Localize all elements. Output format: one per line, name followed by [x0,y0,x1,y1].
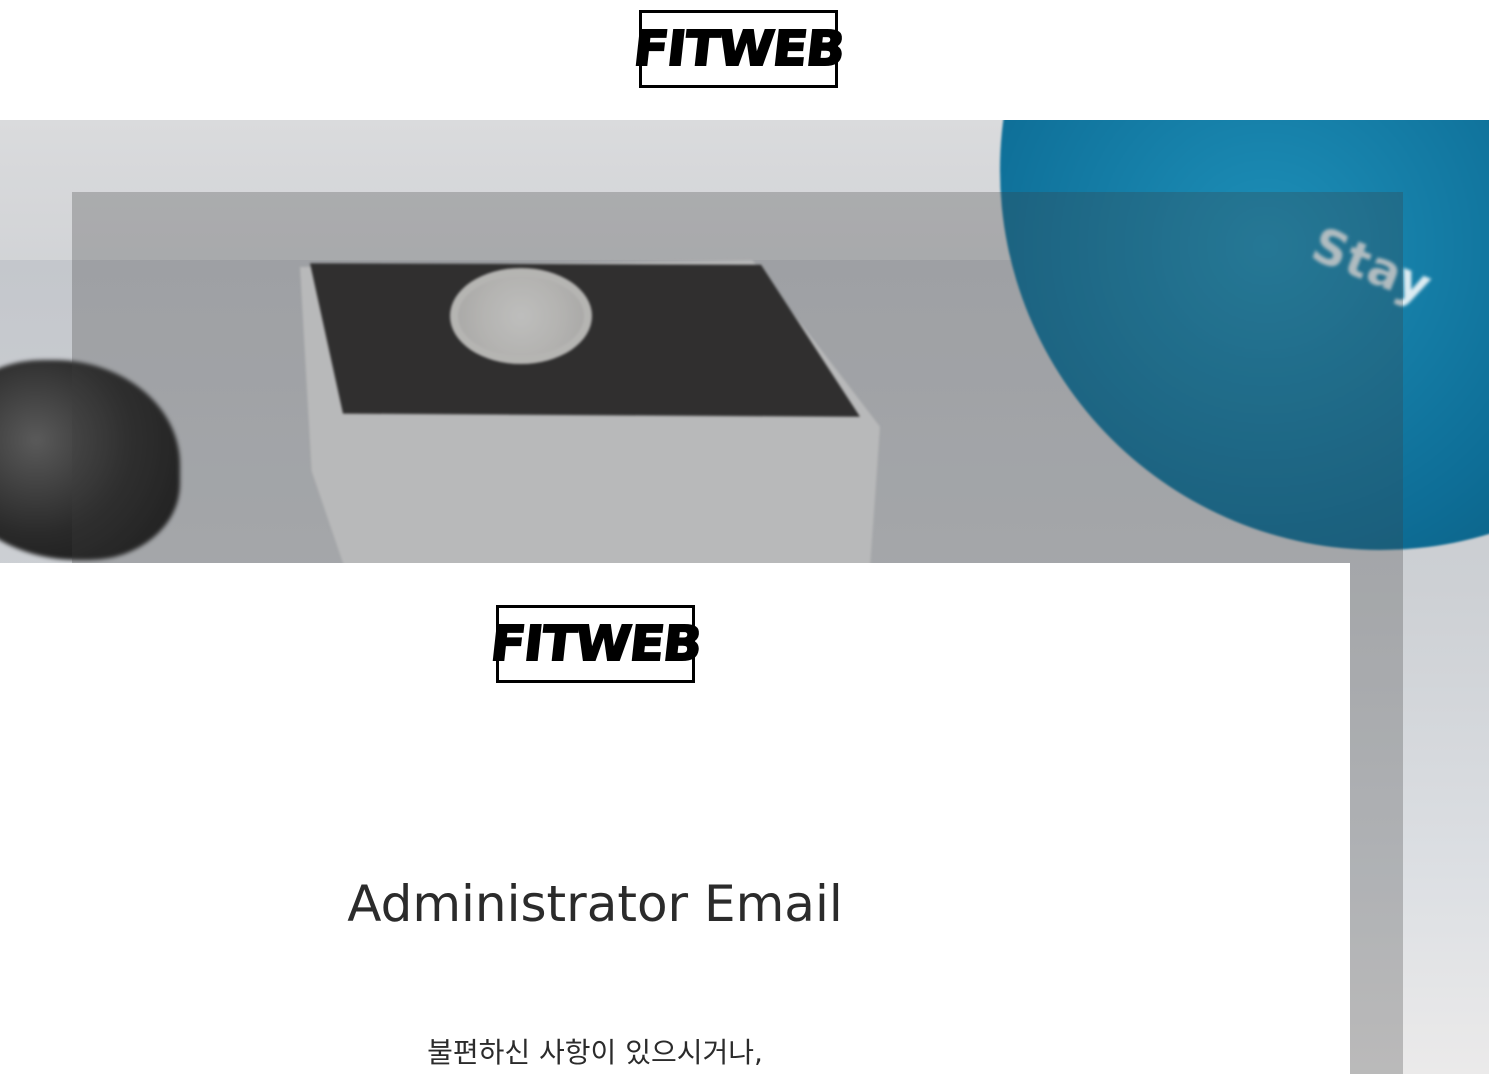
email-card: FITWEB Administrator Email 불편하신 사항이 있으시거… [0,563,1350,1074]
card-fitweb-logo: FITWEB [487,605,704,683]
top-header: FITWEB [0,0,1489,120]
fitweb-logo[interactable]: FITWEB [630,10,847,88]
card-logo-text: FITWEB [487,615,705,673]
page: FITWEB Stay FITWEB Administrator Email 불… [0,0,1489,1074]
logo-text: FITWEB [630,20,848,78]
card-title: Administrator Email [347,875,843,933]
card-message-line: 불편하신 사항이 있으시거나, [427,1036,763,1069]
